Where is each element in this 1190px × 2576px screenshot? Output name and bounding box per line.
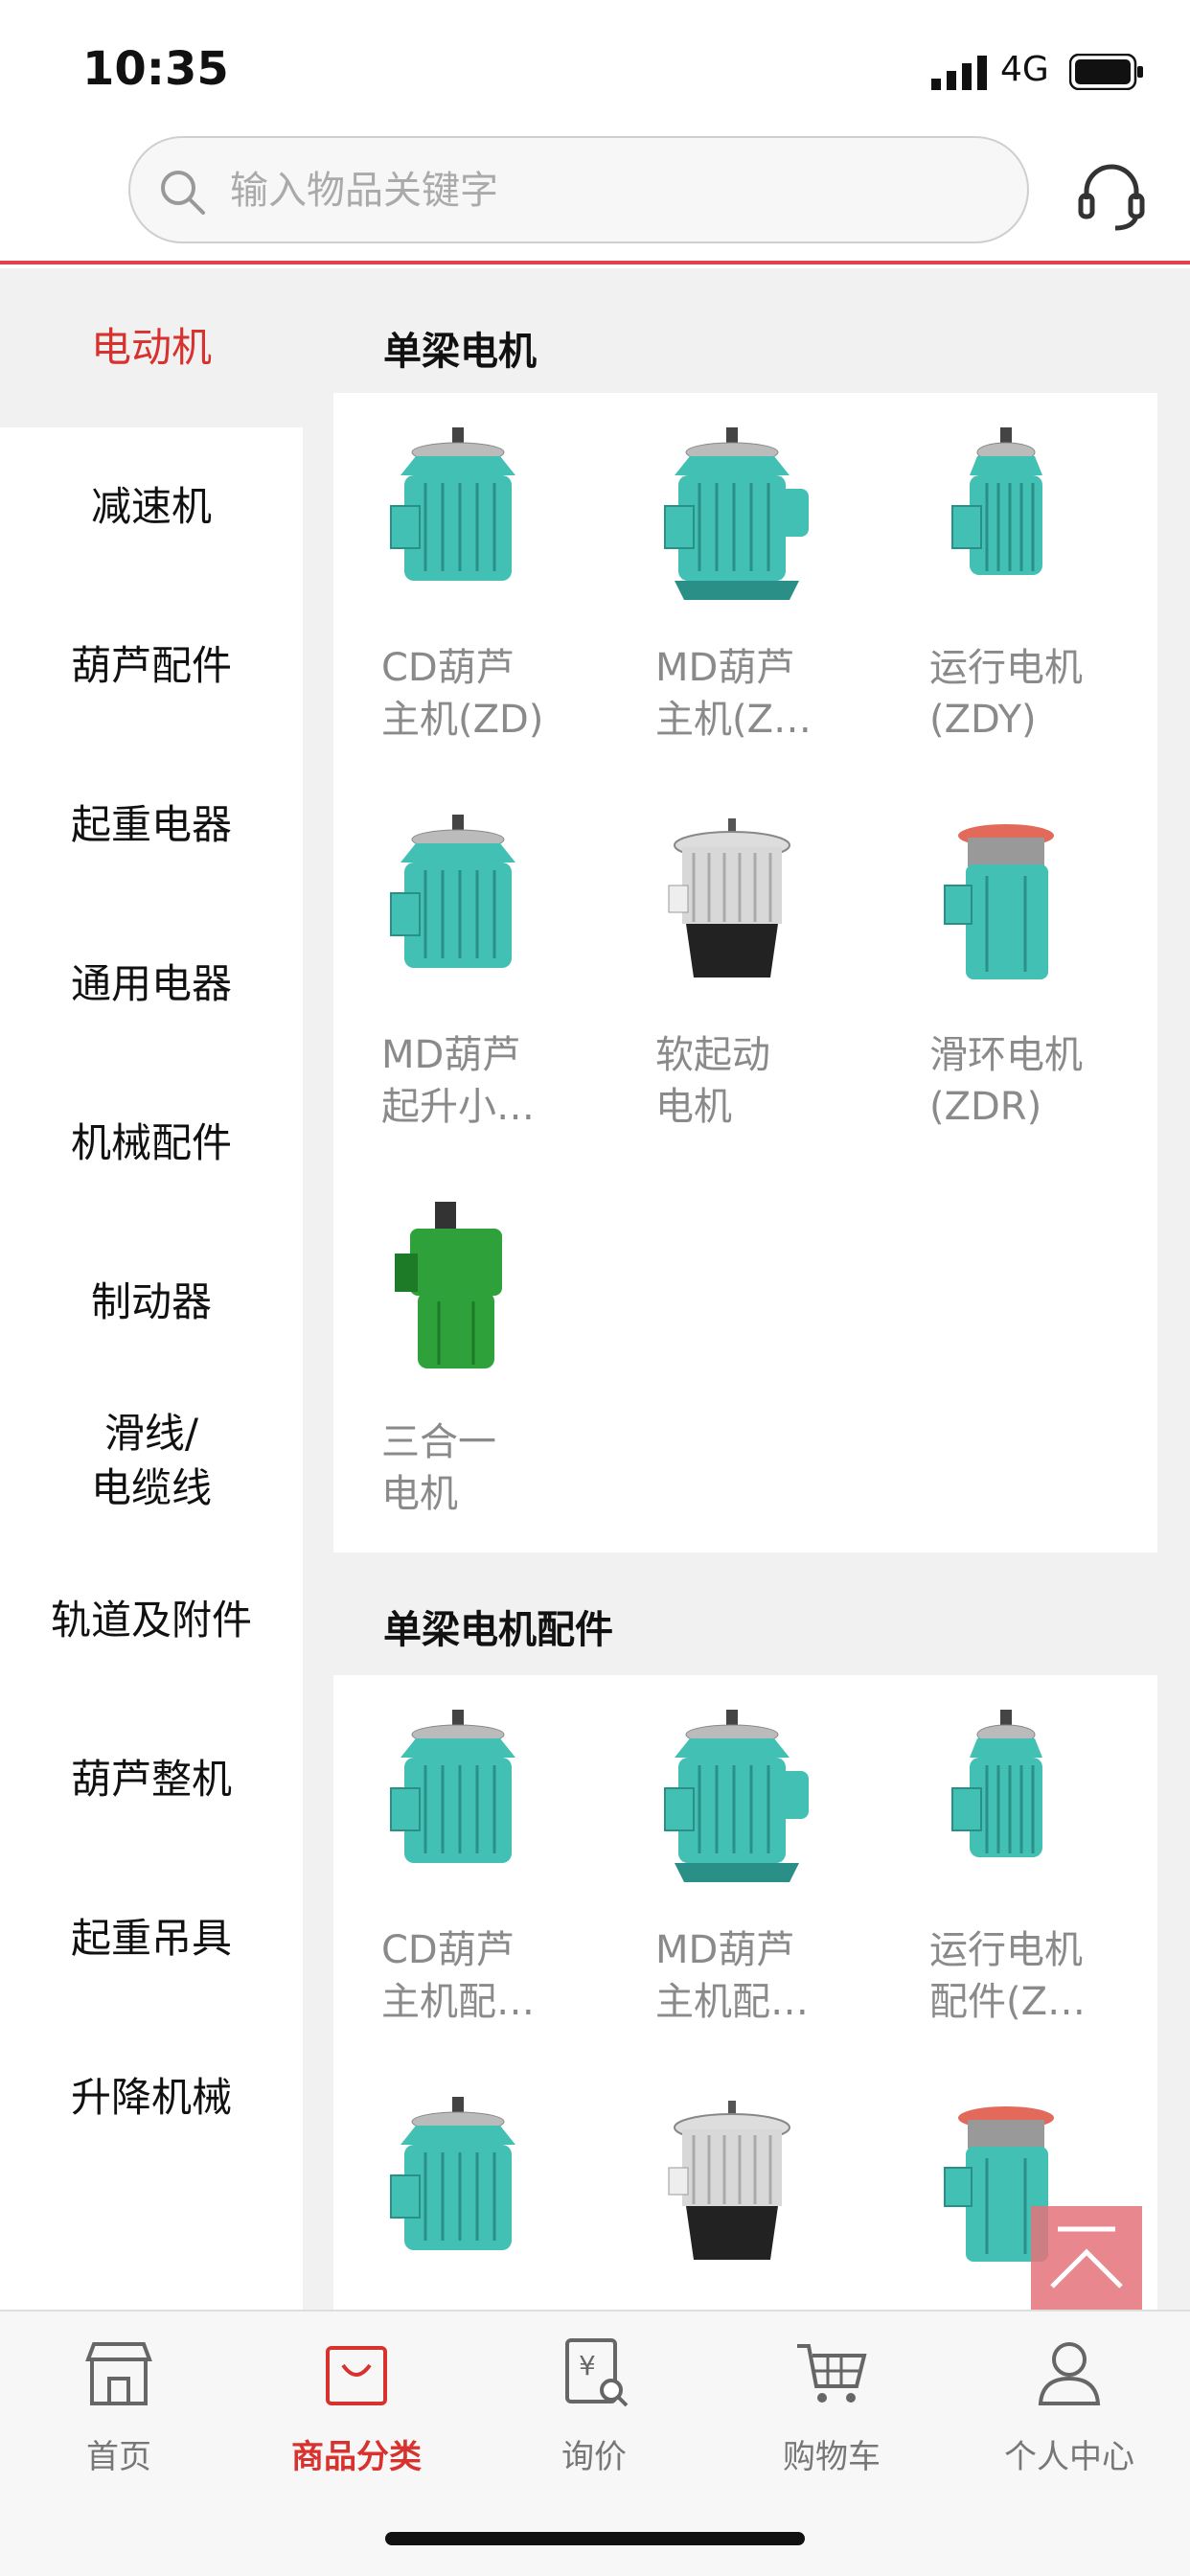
- sidebar-item-trolley-cable[interactable]: 滑线/ 电缆线: [0, 1382, 303, 1541]
- motor-icon-cyan-tall: [362, 2091, 554, 2283]
- header: [0, 134, 1190, 264]
- tab-label: 个人中心: [1004, 2438, 1134, 2476]
- tab-profile[interactable]: 个人中心: [950, 2334, 1188, 2478]
- status-bar: 10:35 4G: [0, 0, 1190, 134]
- sidebar-item-lifting-machinery[interactable]: 升降机械: [0, 2018, 303, 2177]
- tab-label: 商品分类: [291, 2438, 422, 2476]
- sidebar-item-brake[interactable]: 制动器: [0, 1223, 303, 1382]
- sidebar-item-lifting-gear[interactable]: 起重吊具: [0, 1859, 303, 2018]
- tab-label: 购物车: [783, 2438, 881, 2476]
- product-item[interactable]: MD葫芦 主机(Z…: [607, 393, 881, 776]
- sidebar-item-rail[interactable]: 轨道及附件: [0, 1541, 303, 1700]
- sidebar-item-motor[interactable]: 电动机: [0, 268, 303, 427]
- motor-icon-slipring: [910, 809, 1102, 1000]
- product-label: 软起动 电机: [655, 1033, 770, 1129]
- signal-icon: [931, 56, 987, 90]
- sidebar-item-hoist-parts[interactable]: 葫芦配件: [0, 586, 303, 746]
- search-icon: [161, 171, 205, 215]
- sidebar-item-mechanical-parts[interactable]: 机械配件: [0, 1064, 303, 1223]
- product-item[interactable]: 运行电机 (ZDY): [881, 393, 1156, 776]
- sidebar-item-crane-electrics[interactable]: 起重电器: [0, 746, 303, 905]
- tab-cart[interactable]: 购物车: [713, 2334, 950, 2478]
- sidebar-item-complete-hoist[interactable]: 葫芦整机: [0, 1700, 303, 1859]
- product-label: 滑环电机 (ZDR): [929, 1033, 1083, 1129]
- product-item[interactable]: MD葫芦 起升小…: [333, 780, 607, 1163]
- product-item[interactable]: CD葫芦 主机(ZD): [333, 393, 607, 776]
- sidebar-item-reducer[interactable]: 减速机: [0, 427, 303, 586]
- section-title: 单梁电机配件: [383, 1608, 613, 1652]
- tab-home[interactable]: 首页: [0, 2334, 238, 2478]
- motor-icon-silver: [636, 809, 828, 1000]
- product-item[interactable]: 软起动 电机: [607, 780, 881, 1163]
- tab-label: 询价: [561, 2438, 627, 2476]
- product-label: MD葫芦 起升小…: [381, 1033, 535, 1129]
- app-screen: 10:35 4G 电动机: [0, 0, 1190, 2576]
- product-card: CD葫芦 主机(ZD) MD葫芦 主机(Z… 运行电机 (ZDY) MD葫芦 起升小……: [333, 393, 1157, 1552]
- product-content: 单梁电机 CD葫芦 主机(ZD) MD葫芦 主机(Z… 运行电机 (ZDY) MD葫芦…: [303, 268, 1190, 2310]
- motor-icon-cyan: [362, 1704, 554, 1896]
- motor-icon-silver: [636, 2091, 828, 2283]
- product-label: MD葫芦 主机配…: [655, 1928, 809, 2024]
- battery-icon: [1069, 54, 1143, 90]
- headset-icon[interactable]: [1073, 157, 1150, 234]
- product-item[interactable]: MD葫芦 主机配…: [607, 1675, 881, 2058]
- product-item[interactable]: CD葫芦 主机配…: [333, 1675, 607, 2058]
- motor-icon-cyan: [362, 422, 554, 613]
- search-input[interactable]: [230, 157, 977, 224]
- product-item[interactable]: [607, 2062, 881, 2310]
- cart-icon: [797, 2344, 867, 2403]
- store-icon: [85, 2342, 152, 2405]
- product-label: 三合一 电机: [381, 1420, 496, 1516]
- sidebar-item-general-electrics[interactable]: 通用电器: [0, 905, 303, 1064]
- product-item[interactable]: 滑环电机 (ZDR): [881, 780, 1156, 1163]
- tab-label: 首页: [86, 2438, 151, 2476]
- section-title: 单梁电机: [383, 330, 537, 374]
- motor-icon-cyan-base: [636, 422, 828, 613]
- tab-inquiry[interactable]: ¥ 询价: [475, 2334, 713, 2478]
- motor-icon-cyan-small: [910, 1704, 1102, 1896]
- status-time: 10:35: [82, 42, 229, 96]
- motor-icon-cyan-tall: [362, 809, 554, 1000]
- motor-icon-cyan-small: [910, 422, 1102, 613]
- network-label: 4G: [1000, 50, 1049, 89]
- product-label: CD葫芦 主机配…: [381, 1928, 535, 2024]
- product-label: 运行电机 (ZDY): [929, 646, 1083, 742]
- inquiry-icon: ¥: [565, 2338, 629, 2407]
- category-sidebar: 电动机 减速机 葫芦配件 起重电器 通用电器 机械配件 制动器 滑线/ 电缆线 …: [0, 268, 303, 2310]
- product-item[interactable]: 三合一 电机: [333, 1167, 607, 1551]
- motor-icon-cyan-base: [636, 1704, 828, 1896]
- product-label: MD葫芦 主机(Z…: [655, 646, 812, 742]
- chevron-up-icon: [1050, 2226, 1123, 2288]
- motor-icon-green: [362, 1196, 554, 1388]
- user-icon: [1038, 2342, 1101, 2405]
- tab-categories[interactable]: 商品分类: [238, 2334, 475, 2478]
- product-label: CD葫芦 主机(ZD): [381, 646, 544, 742]
- product-item[interactable]: [333, 2062, 607, 2310]
- search-bar[interactable]: [128, 136, 1029, 243]
- bag-icon: [326, 2346, 387, 2405]
- home-indicator: [385, 2532, 805, 2545]
- product-item[interactable]: 运行电机 配件(Z…: [881, 1675, 1156, 2058]
- product-label: 运行电机 配件(Z…: [929, 1928, 1087, 2024]
- svg-text:¥: ¥: [579, 2350, 596, 2381]
- back-to-top-button[interactable]: [1031, 2206, 1142, 2317]
